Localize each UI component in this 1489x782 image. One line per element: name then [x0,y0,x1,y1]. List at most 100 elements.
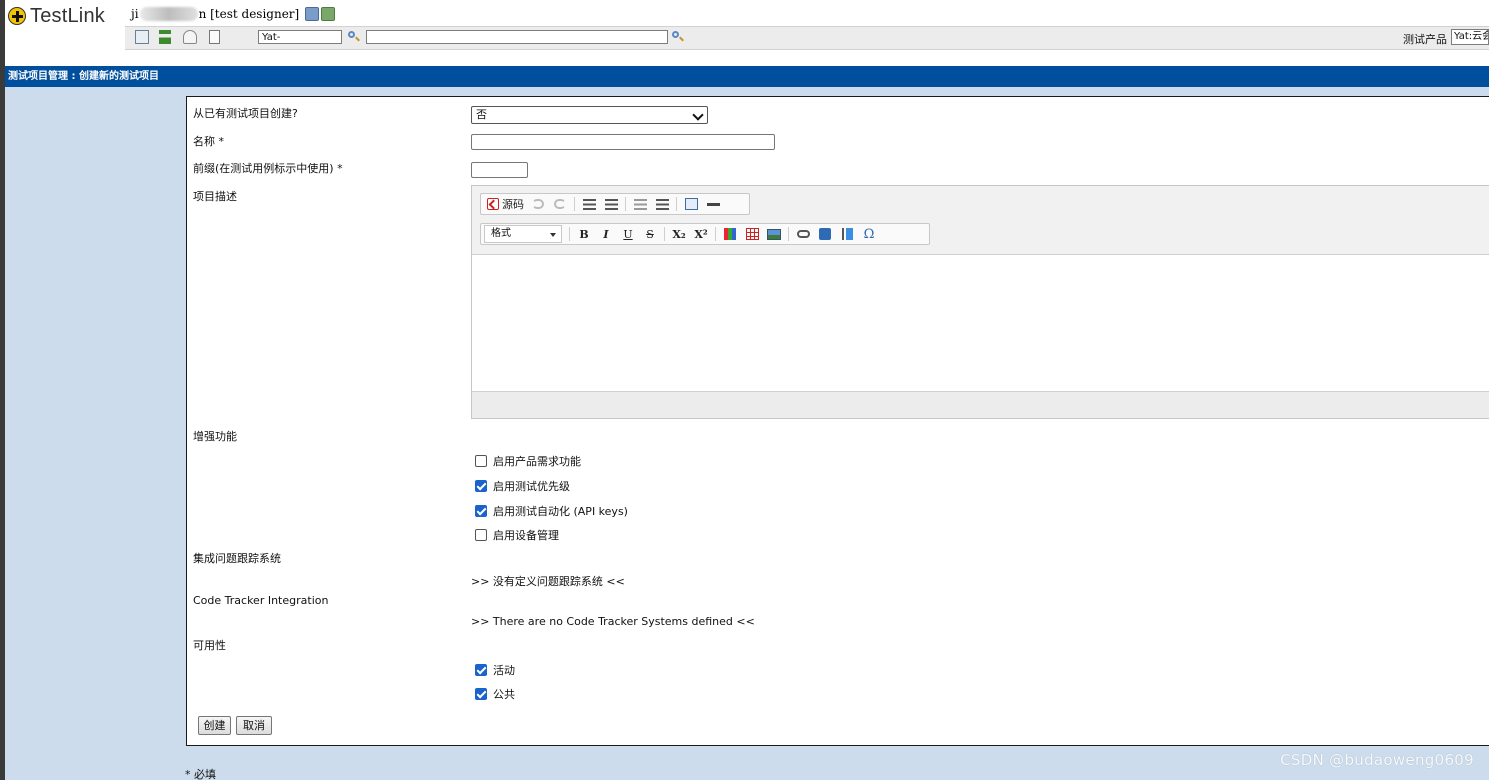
toolbar-separator [574,197,575,211]
bold-button[interactable]: B [576,226,592,242]
editor-resize-bar[interactable] [472,391,1489,418]
editor-toolbar: 源码 格式 B I U S X₂ X² Ω [472,186,1489,255]
code-tracker-note: >> There are no Code Tracker Systems def… [471,615,755,628]
source-icon [487,198,499,210]
checkbox[interactable] [475,688,487,700]
flag-button[interactable] [839,226,855,242]
redacted-username [139,7,198,21]
option-inventory[interactable]: 启用设备管理 [475,527,559,543]
testlink-logo-icon [8,7,26,25]
outdent-button[interactable] [632,196,648,212]
indent-button[interactable] [654,196,670,212]
table-icon [745,228,759,240]
logout-icon[interactable] [321,7,336,21]
code-tracker-label: Code Tracker Integration [193,594,329,607]
execute-icon[interactable] [183,30,197,44]
undo-icon [532,199,544,209]
special-char-button[interactable]: Ω [861,226,877,242]
text-color-button[interactable] [722,226,738,242]
create-button[interactable]: 创建 [198,716,231,735]
test-spec-tree-icon[interactable] [159,30,171,44]
from-existing-label: 从已有测试项目创建? [193,107,298,120]
toolbar-separator [664,227,665,241]
testcase-id-search-input[interactable]: Yat- [258,30,342,44]
checkbox[interactable] [475,664,487,676]
option-public[interactable]: 公共 [475,686,515,702]
prefix-field[interactable] [471,162,528,178]
editor-toolbar-group-2: 格式 B I U S X₂ X² Ω [480,223,930,245]
bulleted-list-button[interactable] [603,196,619,212]
name-field[interactable] [471,134,775,150]
option-label: 启用测试自动化 (API keys) [493,505,628,518]
search-icon[interactable] [347,30,360,43]
availability-label: 可用性 [193,639,226,652]
flag-icon [841,228,853,240]
user-role: n [test designer] [198,7,300,21]
strikethrough-button[interactable]: S [642,226,658,242]
color-icon [724,228,736,240]
name-label: 名称 * [193,135,224,148]
editor-content-area[interactable] [472,255,1489,393]
numbered-list-button[interactable] [581,196,597,212]
redo-icon [554,199,566,209]
link-button[interactable] [795,226,811,242]
checkbox[interactable] [475,505,487,517]
my-settings-icon[interactable] [305,7,320,21]
checkbox[interactable] [475,480,487,492]
chevron-down-icon [692,109,704,121]
table-button[interactable] [744,226,760,242]
prefix-label: 前缀(在测试用例标示中使用) * [193,162,343,175]
bulleted-list-icon [604,198,618,210]
issue-tracker-label: 集成问题跟踪系统 [193,552,281,565]
subscript-button[interactable]: X₂ [671,226,687,242]
underline-button[interactable]: U [620,226,636,242]
watermark: CSDN @budaoweng0609 [1280,751,1474,769]
option-priority[interactable]: 启用测试优先级 [475,478,570,494]
toolbar-separator [715,227,716,241]
top-toolbar: Yat- 测试产品 Yat:云会 [125,26,1489,50]
option-automation[interactable]: 启用测试自动化 (API keys) [475,503,628,519]
horizontal-rule-button[interactable] [705,196,721,212]
toolbar-separator [676,197,677,211]
superscript-button[interactable]: X² [693,226,709,242]
undo-button[interactable] [530,196,546,212]
product-select[interactable]: Yat:云会 [1451,29,1489,45]
toolbar-separator [788,227,789,241]
redo-button[interactable] [552,196,568,212]
testlink-logo[interactable]: TestLink [8,4,105,28]
toolbar-separator [625,197,626,211]
option-label: 启用产品需求功能 [493,455,581,468]
checkbox[interactable] [475,529,487,541]
template-button[interactable] [683,196,699,212]
logo-text: TestLink [30,4,105,27]
option-label: 公共 [493,688,515,701]
option-label: 启用测试优先级 [493,480,570,493]
user-name-prefix: ji [131,7,139,21]
reports-icon[interactable] [209,30,220,44]
source-label: 源码 [502,198,524,211]
user-info: ji n [test designer] [131,7,336,21]
from-existing-select[interactable]: 否 [471,106,708,124]
description-label: 项目描述 [193,190,237,203]
image-button[interactable] [766,226,782,242]
template-icon [684,198,698,210]
numbered-list-icon [582,198,596,210]
format-combo[interactable]: 格式 [484,225,562,243]
description-editor: 源码 格式 B I U S X₂ X² Ω [471,185,1489,419]
search-icon[interactable] [671,30,684,43]
from-existing-value: 否 [476,108,487,121]
enhanced-features-label: 增强功能 [193,430,237,443]
cancel-button[interactable]: 取消 [236,716,272,735]
anchor-icon [819,228,831,240]
editor-toolbar-group-1: 源码 [480,193,750,215]
italic-button[interactable]: I [598,226,614,242]
option-active[interactable]: 活动 [475,662,515,678]
desktop-icon[interactable] [135,30,149,44]
source-button[interactable]: 源码 [487,196,524,212]
keyword-search-input[interactable] [366,30,668,44]
checkbox[interactable] [475,455,487,467]
horizontal-rule-icon [706,202,720,206]
option-requirements[interactable]: 启用产品需求功能 [475,453,581,469]
toolbar-separator [569,227,570,241]
anchor-button[interactable] [817,226,833,242]
